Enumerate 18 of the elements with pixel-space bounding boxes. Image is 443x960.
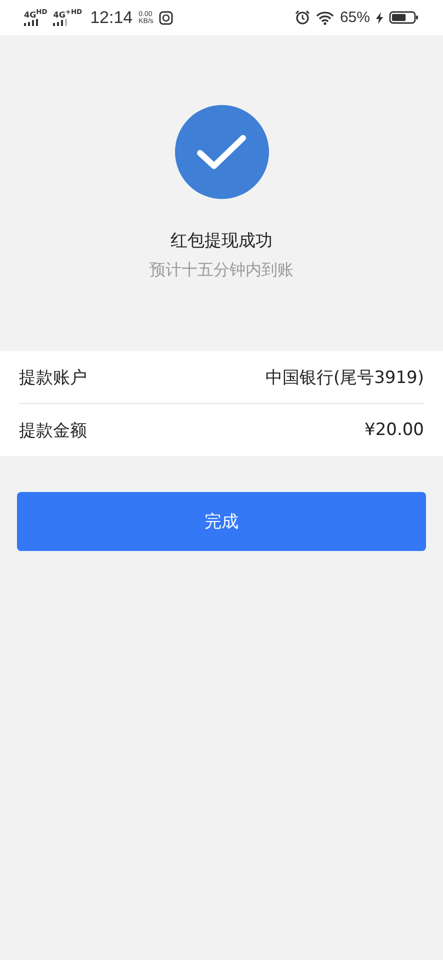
detail-value: ¥20.00 [364, 420, 424, 440]
signal-icon [24, 19, 38, 26]
detail-label: 提款账户 [19, 366, 87, 388]
detail-value: 中国银行(尾号3919) [265, 366, 424, 388]
wifi-icon [316, 10, 334, 24]
success-title: 红包提现成功 [170, 230, 272, 252]
success-check-icon [174, 105, 268, 199]
signal-icon [53, 19, 68, 26]
detail-label: 提款金额 [19, 420, 87, 442]
battery-percent: 65% [340, 9, 370, 26]
network-label: 4G$^{+HD}$ [53, 8, 82, 20]
alarm-icon [294, 10, 310, 25]
battery-icon [389, 11, 419, 24]
clock-time: 12:14 [90, 8, 133, 28]
app-notification-icon [159, 10, 174, 24]
network-label: 4G$^{HD}$ [24, 8, 48, 20]
success-subtitle: 预计十五分钟内到账 [150, 260, 294, 281]
done-button[interactable]: 完成 [17, 492, 426, 551]
